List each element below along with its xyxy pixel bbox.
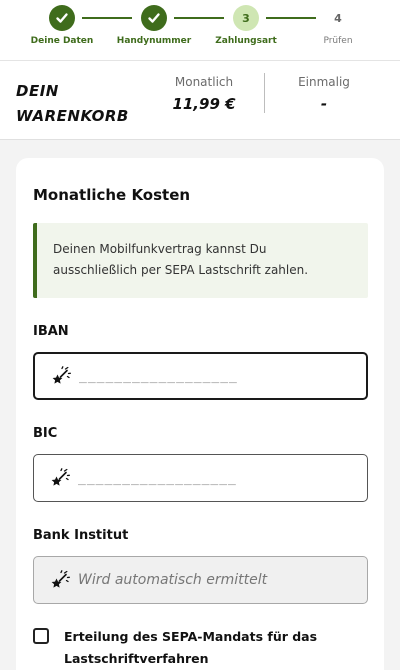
step-handynummer[interactable]: Handynummer bbox=[114, 5, 194, 46]
iban-input[interactable] bbox=[79, 368, 349, 384]
bic-input[interactable] bbox=[78, 470, 348, 486]
step-number-badge: 4 bbox=[334, 11, 342, 25]
step-done-badge bbox=[49, 5, 75, 31]
step-pruefen: 4 Prüfen bbox=[298, 5, 378, 47]
payment-card: Monatliche Kosten Deinen Mobilfunkvertra… bbox=[16, 158, 384, 670]
cart-summary: DEIN WARENKORB Monatlich 11,99 € Einmali… bbox=[0, 60, 400, 140]
section-title: Monatliche Kosten bbox=[33, 186, 191, 204]
bank-label: Bank Institut bbox=[33, 528, 129, 543]
sepa-mandate-checkbox[interactable]: Erteilung des SEPA-Mandats für das Lasts… bbox=[33, 626, 334, 670]
step-done-badge bbox=[141, 5, 167, 31]
sepa-mandate-label[interactable]: Erteilung des SEPA-Mandats für das Lasts… bbox=[64, 626, 334, 670]
checkmark-icon bbox=[148, 13, 160, 23]
iban-label: IBAN bbox=[33, 324, 69, 339]
monthly-label: Monatlich bbox=[174, 75, 234, 89]
onetime-label: Einmalig bbox=[298, 75, 350, 89]
step-deine-daten[interactable]: Deine Daten bbox=[22, 5, 102, 46]
bank-input bbox=[78, 572, 348, 588]
monthly-price: Monatlich 11,99 € bbox=[164, 75, 244, 113]
iban-field[interactable] bbox=[33, 352, 368, 400]
magic-wand-icon bbox=[51, 570, 70, 588]
step-zahlungsart: 3 Zahlungsart bbox=[206, 5, 286, 46]
info-box: Deinen Mobilfunkvertrag kannst Du aussch… bbox=[33, 223, 368, 298]
bank-field bbox=[33, 556, 368, 604]
magic-wand-icon bbox=[51, 468, 70, 486]
divider bbox=[264, 73, 265, 113]
step-label: Deine Daten bbox=[30, 36, 94, 46]
step-label: Handynummer bbox=[116, 36, 192, 46]
bic-label: BIC bbox=[33, 426, 58, 441]
checkbox-box[interactable] bbox=[33, 628, 49, 644]
checkmark-icon bbox=[56, 13, 68, 23]
step-label: Prüfen bbox=[323, 36, 353, 46]
bic-field[interactable] bbox=[33, 454, 368, 502]
step-label: Zahlungsart bbox=[215, 36, 277, 46]
monthly-value: 11,99 € bbox=[172, 95, 236, 113]
step-number-badge: 3 bbox=[233, 5, 259, 31]
onetime-price: Einmalig - bbox=[284, 75, 364, 113]
magic-wand-icon bbox=[52, 366, 71, 384]
progress-stepper: Deine Daten Handynummer 3 Zahlungsart 4 … bbox=[0, 0, 400, 60]
cart-title: DEIN WARENKORB bbox=[16, 82, 129, 125]
onetime-value: - bbox=[320, 95, 328, 113]
